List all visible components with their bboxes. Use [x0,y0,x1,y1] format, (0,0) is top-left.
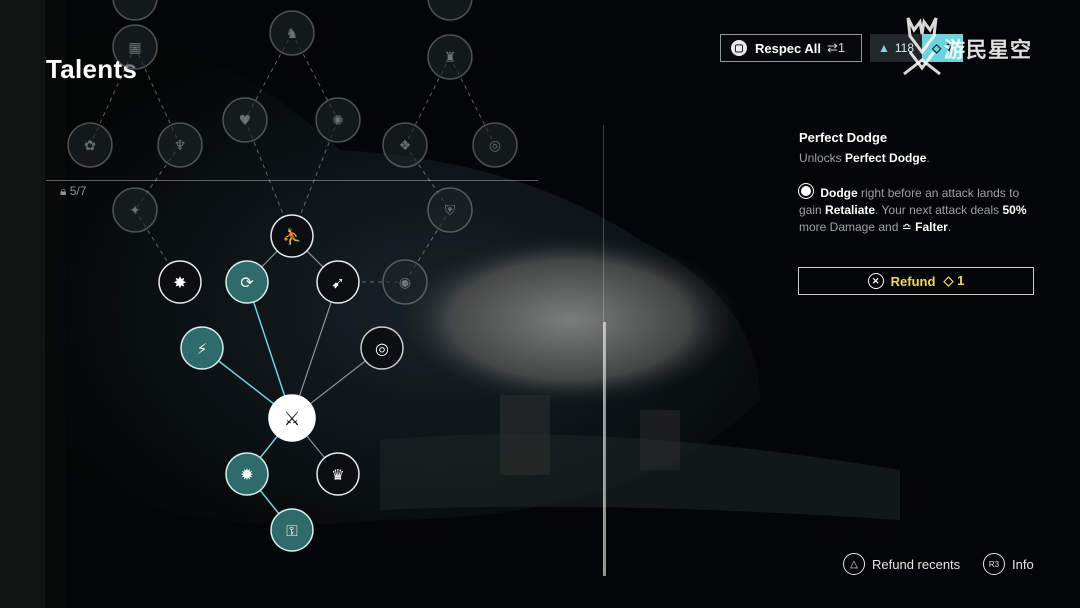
talent-point-icon: ◇ [943,273,954,288]
dodge-button-icon [799,184,813,198]
refund-recents-label: Refund recents [872,556,961,572]
watermark: 游民星空 [900,12,1068,78]
triangle-button-icon: △ [843,553,865,575]
flower-icon: ❖ [399,138,412,154]
refund-cost-value: 1 [957,273,965,288]
r3-button-icon: R3 [983,553,1005,575]
talent-node-locked[interactable] [427,0,473,21]
heart-icon: ♥ [239,113,252,129]
gear-icon: ✿ [84,138,96,154]
refund-button[interactable]: ✕ Refund ◇ 1 [798,267,1034,295]
info-hint[interactable]: R3 Info [983,553,1034,575]
respec-all-button[interactable]: ▢ Respec All ⇄1 [720,34,862,62]
scrollbar-thumb[interactable] [603,322,606,576]
energy-icon: ⚡ [197,340,208,358]
unlock-name: Perfect Dodge [845,151,927,165]
run-icon: ⟳ [240,273,254,292]
leap-icon: ⛹ [282,227,302,246]
talent-title: Perfect Dodge [799,130,888,145]
respec-cost-value: 1 [837,40,846,55]
damage-percent: 50% [1002,203,1027,217]
claw-icon: ♛ [331,466,344,484]
figure-icon: ♜ [444,50,457,66]
desc-text-2: Your next attack deals [881,203,1000,217]
falter-icon: ≏ [901,220,912,234]
tier-divider [46,180,538,181]
flame-icon: ✹ [240,465,253,484]
talent-detail-panel: Perfect Dodge Unlocks Perfect Dodge. Dod… [799,130,1039,236]
talent-node-locked[interactable] [112,0,158,21]
keyword-retaliate: Retaliate [825,203,876,217]
keyword-dodge: Dodge [820,186,858,200]
strike-icon: ✦ [129,203,141,219]
watermark-text: 游民星空 [944,39,1032,62]
cog-icon: ✺ [332,113,344,129]
respec-label: Respec All [755,40,821,56]
respec-cost: ⇄1 [827,40,846,55]
unlock-line: Unlocks Perfect Dodge. [799,151,930,165]
unlock-prefix: Unlocks [799,151,842,165]
cross-button-icon: ✕ [867,273,884,289]
refund-label: Refund [890,273,936,289]
tier-progress-value: 5/7 [69,184,87,198]
touchpad-button-icon: ▢ [731,40,747,56]
tier-progress: 🔒︎ 5/7 [60,184,86,199]
deer-logo-icon [903,17,941,76]
perfect-dodge-icon: ⚔ [283,408,300,430]
shield-icon: ⛨ [445,203,456,219]
refund-recents-hint[interactable]: △ Refund recents [843,553,960,575]
mic-icon: ♆ [174,138,187,154]
swirl-icon: ◉ [399,275,411,291]
figure-icon: ♞ [286,26,299,42]
talent-tree: ▦ ♞ ♜ ✿ ♆ ♥ ✺ ❖ ◎ ✦ ⛨ ◉ ⛹ ✸ ⟳ ➹ ⚡ ◎ ⚔ ✹ … [67,0,518,552]
crystal-icon: ▲ [878,41,890,55]
mic-slash-icon: ⚿ [286,522,297,540]
refund-cost: ◇ 1 [943,273,964,289]
description: Dodge right before an attack lands to ga… [799,184,1027,234]
lock-icon: 🔒︎ [60,184,67,198]
dash-icon: ➹ [331,273,344,292]
keyword-falter: Falter [915,220,948,234]
desc-text-3: more Damage and [799,220,899,234]
target-icon: ◎ [375,339,389,358]
info-label: Info [1012,556,1034,572]
burst-icon: ✸ [173,273,186,292]
spiral-icon: ◎ [489,138,501,154]
grid-icon: ▦ [128,40,141,56]
